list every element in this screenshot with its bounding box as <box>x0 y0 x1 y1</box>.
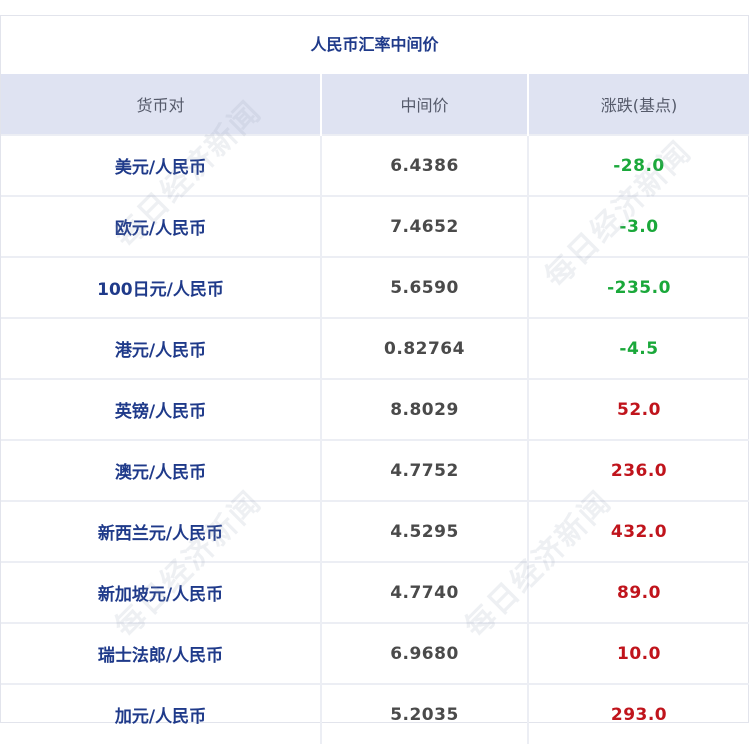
change-cell: 236.0 <box>527 439 749 501</box>
currency-pair-cell: 加元/人民币 <box>1 683 321 744</box>
table-row: 加元/人民币 5.2035 293.0 <box>1 683 749 744</box>
mid-rate-cell: 5.2035 <box>320 683 528 744</box>
mid-rate-cell: 7.4652 <box>320 195 528 257</box>
currency-pair-cell: 澳元/人民币 <box>1 439 321 501</box>
change-cell: -4.5 <box>527 317 749 379</box>
table-row: 美元/人民币 6.4386 -28.0 <box>1 134 749 196</box>
currency-pair-cell: 新加坡元/人民币 <box>1 561 321 623</box>
header-row: 货币对 中间价 涨跌(基点) <box>1 74 749 135</box>
mid-rate-cell: 0.82764 <box>320 317 528 379</box>
change-cell: 89.0 <box>527 561 749 623</box>
header-change: 涨跌(基点) <box>527 74 749 135</box>
table-row: 澳元/人民币 4.7752 236.0 <box>1 439 749 501</box>
currency-pair-cell: 欧元/人民币 <box>1 195 321 257</box>
change-cell: 10.0 <box>527 622 749 684</box>
header-mid: 中间价 <box>320 74 528 135</box>
table-row: 港元/人民币 0.82764 -4.5 <box>1 317 749 379</box>
mid-rate-cell: 6.9680 <box>320 622 528 684</box>
rate-table-container: 人民币汇率中间价 货币对 中间价 涨跌(基点) 美元/人民币 6.4386 -28.… <box>0 15 749 744</box>
mid-rate-cell: 8.8029 <box>320 378 528 440</box>
table-title: 人民币汇率中间价 <box>1 16 748 74</box>
mid-rate-cell: 4.7740 <box>320 561 528 623</box>
currency-pair-cell: 英镑/人民币 <box>1 378 321 440</box>
rate-table: 货币对 中间价 涨跌(基点) 美元/人民币 6.4386 -28.0 欧元/人民币 7.… <box>1 74 749 744</box>
mid-rate-cell: 5.6590 <box>320 256 528 318</box>
change-cell: 52.0 <box>527 378 749 440</box>
change-cell: -3.0 <box>527 195 749 257</box>
header-pair: 货币对 <box>1 74 321 135</box>
table-row: 瑞士法郎/人民币 6.9680 10.0 <box>1 622 749 684</box>
change-cell: -28.0 <box>527 134 749 196</box>
table-row: 新西兰元/人民币 4.5295 432.0 <box>1 500 749 562</box>
table-row: 新加坡元/人民币 4.7740 89.0 <box>1 561 749 623</box>
currency-pair-cell: 美元/人民币 <box>1 134 321 196</box>
table-row: 100日元/人民币 5.6590 -235.0 <box>1 256 749 318</box>
currency-pair-cell: 新西兰元/人民币 <box>1 500 321 562</box>
currency-pair-cell: 瑞士法郎/人民币 <box>1 622 321 684</box>
mid-rate-cell: 4.7752 <box>320 439 528 501</box>
change-cell: 432.0 <box>527 500 749 562</box>
change-cell: -235.0 <box>527 256 749 318</box>
table-row: 欧元/人民币 7.4652 -3.0 <box>1 195 749 257</box>
table-row: 英镑/人民币 8.8029 52.0 <box>1 378 749 440</box>
change-cell: 293.0 <box>527 683 749 744</box>
currency-pair-cell: 港元/人民币 <box>1 317 321 379</box>
mid-rate-cell: 4.5295 <box>320 500 528 562</box>
currency-pair-cell: 100日元/人民币 <box>1 256 321 318</box>
mid-rate-cell: 6.4386 <box>320 134 528 196</box>
